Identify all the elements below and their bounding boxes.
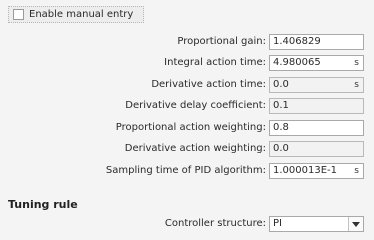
sampling-time-label: Sampling time of PID algorithm:	[105, 165, 266, 176]
param-row-controller-structure: Controller structure: PI	[0, 216, 374, 232]
unit-label: s	[354, 58, 359, 68]
controller-structure-value: PI	[273, 218, 282, 229]
derivative-delay-coefficient-label: Derivative delay coefficient:	[125, 100, 266, 111]
integral-action-time-field[interactable]: 4.980065 s	[269, 55, 364, 71]
enable-manual-entry-checkbox[interactable]	[13, 9, 24, 20]
param-row-derivative-delay-coefficient: Derivative delay coefficient: 0.1	[0, 98, 374, 114]
enable-manual-entry-label: Enable manual entry	[29, 9, 134, 20]
param-row-derivative-action-weighting: Derivative action weighting: 0.0	[0, 141, 374, 157]
derivative-action-time-field: 0.0 s	[269, 77, 364, 93]
param-row-integral-action-time: Integral action time: 4.980065 s	[0, 55, 374, 71]
chevron-down-icon[interactable]	[348, 217, 363, 231]
param-row-proportional-gain: Proportional gain: 1.406829	[0, 34, 374, 50]
enable-manual-entry[interactable]: Enable manual entry	[8, 6, 144, 23]
param-row-derivative-action-time: Derivative action time: 0.0 s	[0, 77, 374, 93]
unit-label: s	[354, 80, 359, 90]
derivative-action-time-label: Derivative action time:	[151, 79, 266, 90]
controller-structure-label: Controller structure:	[164, 218, 266, 229]
integral-action-time-label: Integral action time:	[164, 57, 266, 68]
param-row-proportional-action-weighting: Proportional action weighting: 0.8	[0, 120, 374, 136]
proportional-action-weighting-label: Proportional action weighting:	[115, 122, 266, 133]
proportional-action-weighting-field[interactable]: 0.8	[269, 120, 364, 136]
proportional-gain-label: Proportional gain:	[177, 36, 266, 47]
derivative-delay-coefficient-field: 0.1	[269, 98, 364, 114]
tuning-rule-heading: Tuning rule	[8, 198, 78, 211]
derivative-action-weighting-field: 0.0	[269, 141, 364, 157]
sampling-time-field[interactable]: 1.000013E-1 s	[269, 163, 364, 179]
pid-parameters-panel: Enable manual entry Proportional gain: 1…	[0, 0, 374, 240]
proportional-gain-field[interactable]: 1.406829	[269, 34, 364, 50]
param-row-sampling-time: Sampling time of PID algorithm: 1.000013…	[0, 163, 374, 179]
derivative-action-weighting-label: Derivative action weighting:	[124, 143, 266, 154]
controller-structure-select[interactable]: PI	[269, 216, 364, 232]
unit-label: s	[354, 166, 359, 176]
